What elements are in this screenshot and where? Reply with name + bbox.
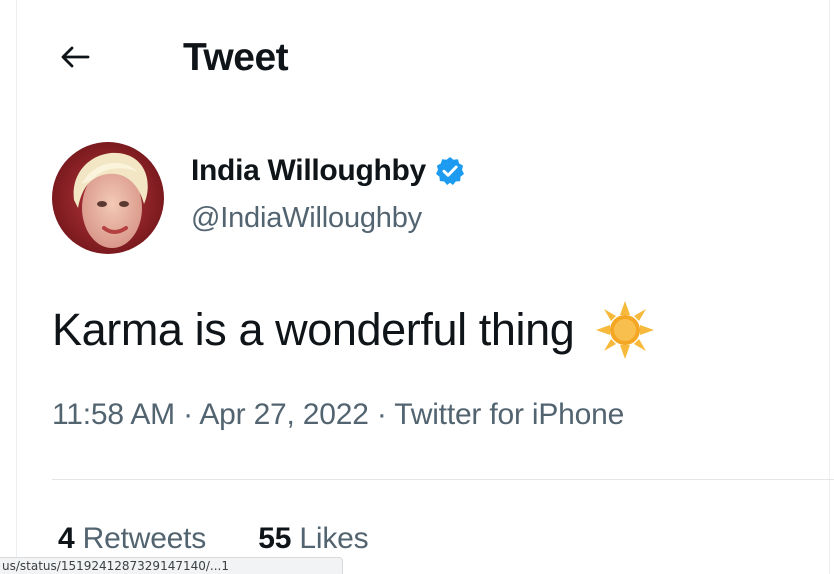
avatar[interactable] [52,142,164,254]
tweet-metadata: 11:58 AM · Apr 27, 2022 · Twitter for iP… [52,398,624,432]
likes-label: Likes [299,522,369,555]
tweet-body: Karma is a wonderful thing [52,299,656,361]
tweet-text: Karma is a wonderful thing [52,304,575,355]
tweet-date[interactable]: Apr 27, 2022 [199,398,369,431]
engagement-stats: 4 Retweets 55 Likes [58,522,412,556]
meta-separator: · [174,398,200,431]
retweets-label: Retweets [82,522,207,555]
meta-separator-2: · [368,398,395,431]
tweet-time[interactable]: 11:58 AM [52,398,175,431]
sun-emoji-icon [594,299,656,361]
page-title: Tweet [183,36,289,79]
browser-status-url: us/status/1519241287329147140/...1 [0,557,343,574]
likes-count: 55 [258,522,292,555]
author-display-name[interactable]: India Willoughby [191,154,466,188]
author-handle[interactable]: @IndiaWilloughby [191,202,422,235]
tweet-source[interactable]: Twitter for iPhone [394,398,624,431]
likes-stat[interactable]: 55 Likes [258,522,368,555]
arrow-left-icon[interactable] [56,40,94,74]
display-name-text: India Willoughby [191,154,426,187]
retweets-count: 4 [58,522,75,555]
page-header: Tweet [0,0,834,112]
divider [52,479,834,480]
verified-badge-icon [434,155,466,187]
retweets-stat[interactable]: 4 Retweets [58,522,206,555]
